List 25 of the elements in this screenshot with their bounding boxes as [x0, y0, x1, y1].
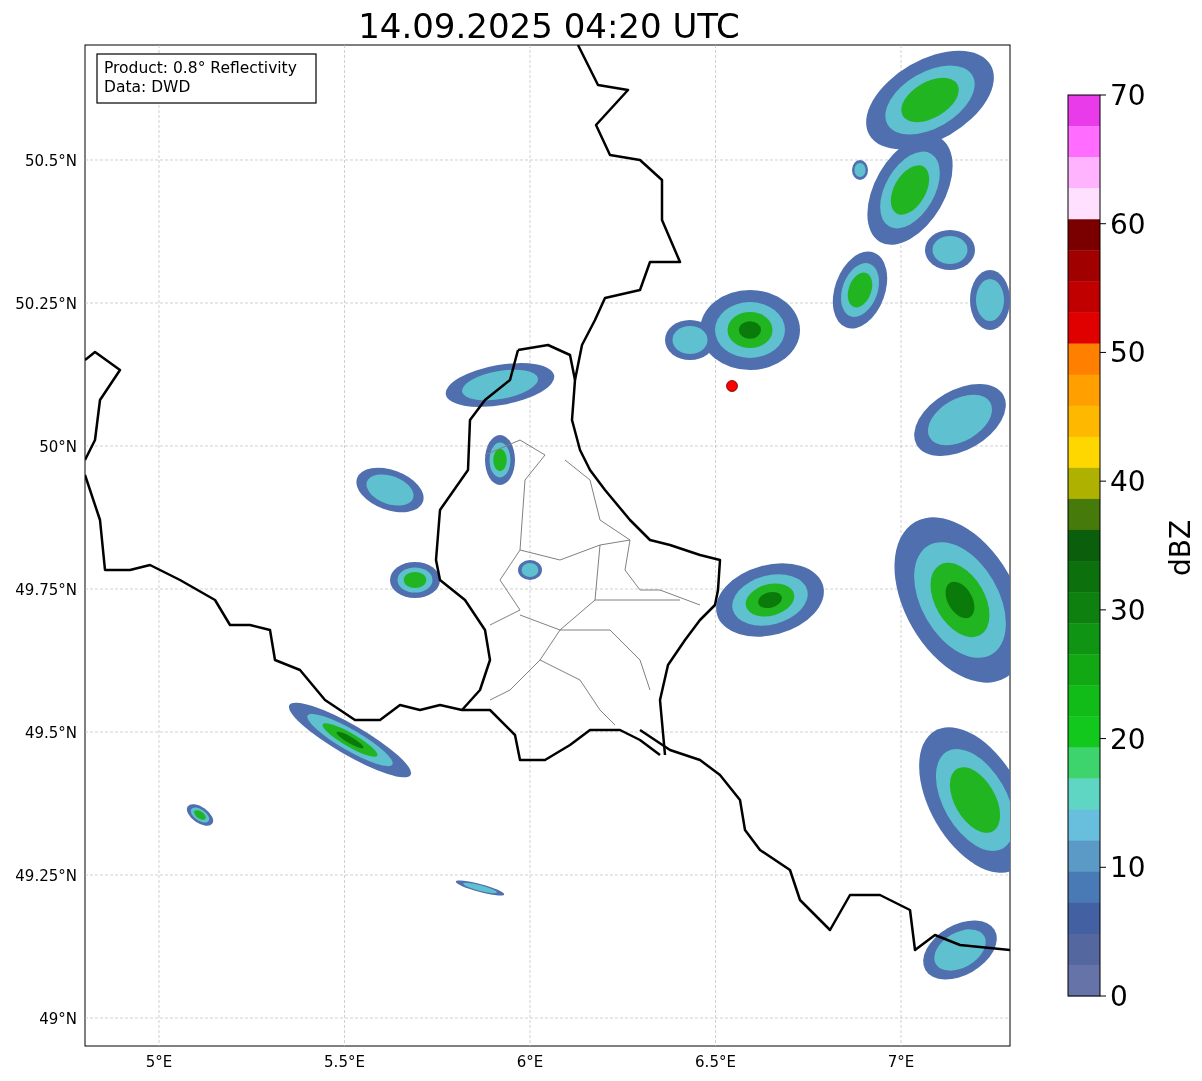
colorbar-tick-label: 10	[1110, 851, 1146, 885]
colorbar-tick-label: 40	[1110, 465, 1146, 499]
colorbar-tick-label: 0	[1110, 980, 1128, 1013]
latitude-label: 49.5°N	[24, 724, 77, 742]
latitude-label: 49.25°N	[15, 867, 77, 885]
chart-title: 14.09.2025 04:20 UTC	[358, 6, 740, 46]
colorbar-tick-label: 20	[1110, 722, 1146, 756]
latitude-label: 50°N	[39, 438, 77, 456]
legend-text: Data: DWD	[104, 78, 191, 96]
colorbar-tick-label: 50	[1110, 336, 1146, 370]
longitude-label: 5.5°E	[324, 1053, 365, 1071]
colorbar-tick-label: 70	[1110, 79, 1146, 112]
radar-site-marker	[726, 380, 738, 392]
longitude-label: 5°E	[145, 1053, 173, 1071]
colorbar-tick-label: 60	[1110, 207, 1146, 241]
colorbar-tick-label: 30	[1110, 593, 1146, 627]
latitude-label: 50.25°N	[15, 295, 77, 313]
longitude-label: 6.5°E	[695, 1053, 736, 1071]
longitude-label: 6°E	[516, 1053, 544, 1071]
colorbar-label: dBZ	[1164, 519, 1197, 577]
latitude-label: 50.5°N	[24, 152, 77, 170]
latitude-label: 49°N	[39, 1010, 77, 1028]
latitude-label: 49.75°N	[15, 581, 77, 599]
legend-text: Product: 0.8° Reflectivity	[104, 59, 297, 77]
longitude-label: 7°E	[887, 1053, 915, 1071]
